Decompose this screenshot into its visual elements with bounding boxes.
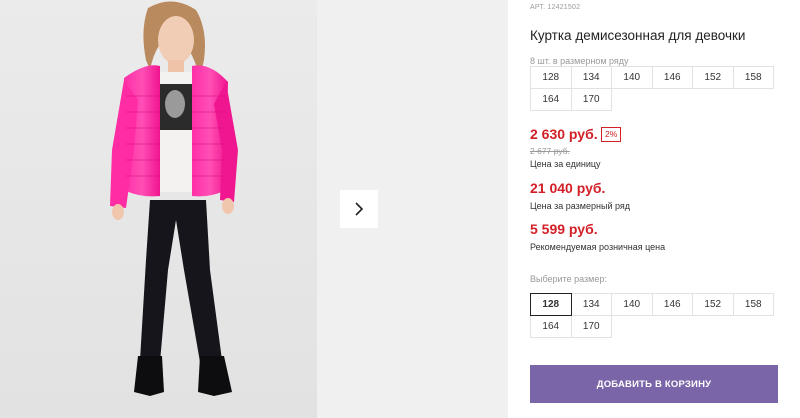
- girl-in-pink-jacket-image: [0, 0, 317, 418]
- product-info-panel: АРТ. 12421502 Куртка демисезонная для де…: [530, 0, 792, 418]
- pack-label: 8 шт. в размерном ряду: [530, 56, 629, 66]
- row-price: 21 040 руб.: [530, 180, 606, 196]
- chevron-right-icon: [355, 202, 364, 216]
- discount-badge: 2%: [601, 127, 622, 142]
- size-select-row: 164 170: [530, 315, 780, 338]
- gallery-next-button[interactable]: [340, 190, 378, 228]
- size-option[interactable]: 170: [570, 315, 612, 338]
- unit-price: 2 630 руб.: [530, 126, 598, 142]
- pack-size-grid: 128 134 140 146 152 158 164 170: [530, 66, 780, 111]
- size-option[interactable]: 164: [530, 315, 572, 338]
- pack-size-cell: 146: [651, 66, 693, 89]
- pack-size-cell: 164: [530, 88, 572, 111]
- pack-size-row: 128 134 140 146 152 158: [530, 66, 780, 89]
- size-option[interactable]: 140: [611, 293, 653, 316]
- size-option[interactable]: 152: [692, 293, 734, 316]
- pack-size-cell: 152: [692, 66, 734, 89]
- pack-size-cell: 140: [611, 66, 653, 89]
- pack-size-cell: 158: [732, 66, 774, 89]
- retail-price: 5 599 руб.: [530, 221, 598, 237]
- pack-size-cell: 128: [530, 66, 572, 89]
- add-to-cart-button[interactable]: ДОБАВИТЬ В КОРЗИНУ: [530, 365, 778, 403]
- unit-price-caption: Цена за единицу: [530, 159, 601, 169]
- pack-size-row: 164 170: [530, 88, 780, 111]
- pack-size-cell: 134: [570, 66, 612, 89]
- size-option-selected[interactable]: 128: [530, 293, 572, 316]
- product-title: Куртка демисезонная для девочки: [530, 28, 746, 43]
- size-option[interactable]: 158: [732, 293, 774, 316]
- row-price-caption: Цена за размерный ряд: [530, 201, 631, 211]
- product-gallery: [0, 0, 508, 418]
- size-option[interactable]: 134: [570, 293, 612, 316]
- size-select-label: Выберите размер:: [530, 274, 607, 284]
- pack-size-cell: 170: [570, 88, 612, 111]
- retail-price-caption: Рекомендуемая розничная цена: [530, 242, 666, 252]
- article-number: АРТ. 12421502: [530, 4, 581, 11]
- size-select-row: 128 134 140 146 152 158: [530, 293, 780, 316]
- product-photo[interactable]: [0, 0, 317, 418]
- old-price: 2 677 руб.: [530, 146, 570, 156]
- size-select-grid: 128 134 140 146 152 158 164 170: [530, 293, 780, 338]
- size-option[interactable]: 146: [651, 293, 693, 316]
